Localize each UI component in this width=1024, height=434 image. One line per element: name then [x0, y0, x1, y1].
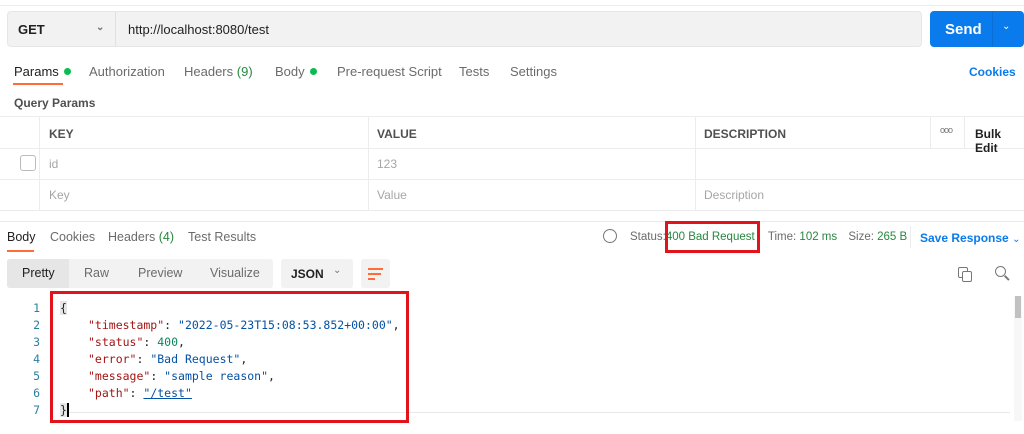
response-tab-cookies[interactable]: Cookies	[50, 230, 95, 244]
chevron-down-icon: ⌄	[1012, 234, 1021, 245]
view-mode-pretty-label[interactable]: Pretty	[22, 266, 55, 280]
divider	[910, 226, 911, 248]
new-description-input[interactable]: Description	[704, 188, 764, 202]
response-body-highlight-box	[50, 291, 409, 423]
wrap-icon	[368, 268, 383, 270]
time-label: Time:	[767, 231, 797, 243]
column-header-value: VALUE	[377, 127, 417, 141]
line-number: 6	[33, 386, 40, 400]
column-header-key: KEY	[49, 127, 74, 141]
save-response-button[interactable]: Save Response ⌄	[920, 231, 1020, 245]
tab-params[interactable]: Params	[14, 64, 71, 79]
new-key-input[interactable]: Key	[49, 188, 70, 202]
tab-tests[interactable]: Tests	[459, 64, 489, 79]
view-mode-preview[interactable]: Preview	[138, 266, 182, 280]
line-number: 7	[33, 403, 40, 417]
response-tab-headers[interactable]: Headers (4)	[108, 230, 174, 244]
tab-count: (4)	[158, 230, 175, 244]
url-input[interactable]: http://localhost:8080/test	[128, 22, 269, 37]
copy-icon-front	[962, 271, 972, 282]
send-label: Send	[945, 21, 982, 38]
tab-body[interactable]: Body	[275, 64, 317, 79]
divider	[0, 148, 1024, 149]
save-response-label: Save Response	[920, 231, 1009, 245]
chevron-down-icon[interactable]: ⌄	[1002, 21, 1010, 32]
status-label: Status:	[630, 231, 666, 243]
divider	[368, 116, 369, 210]
response-tab-test-results[interactable]: Test Results	[188, 230, 256, 244]
tab-label: Body	[275, 64, 305, 79]
tab-settings[interactable]: Settings	[510, 64, 557, 79]
tab-count: (9)	[236, 64, 253, 79]
view-mode-selector: Pretty Raw Preview Visualize	[7, 259, 273, 288]
divider	[0, 179, 1024, 180]
line-number: 2	[33, 318, 40, 332]
divider	[964, 116, 965, 148]
line-number: 3	[33, 335, 40, 349]
scrollbar-thumb[interactable]	[1015, 296, 1021, 318]
divider	[930, 116, 931, 148]
status-highlight-box	[665, 221, 760, 253]
cookies-link[interactable]: Cookies	[969, 65, 1016, 79]
divider	[0, 116, 1024, 117]
bulk-edit-button[interactable]: Bulk Edit	[975, 127, 1024, 155]
globe-icon[interactable]	[603, 229, 617, 243]
tab-label: Params	[14, 64, 59, 79]
param-enable-checkbox[interactable]	[20, 155, 36, 171]
wrap-icon-line	[368, 278, 375, 280]
line-number: 5	[33, 369, 40, 383]
wrap-icon-line	[368, 273, 381, 275]
divider	[0, 5, 1024, 6]
line-number: 1	[33, 301, 40, 315]
active-tab-underline	[13, 83, 63, 85]
more-options-icon[interactable]: ooo	[940, 125, 953, 135]
new-value-input[interactable]: Value	[377, 188, 407, 202]
method-select[interactable]: GET ⌄	[8, 12, 116, 46]
format-select[interactable]: JSON ⌄	[281, 259, 353, 288]
divider	[0, 221, 1024, 222]
divider	[992, 11, 993, 47]
param-key-input[interactable]: id	[49, 157, 58, 171]
size-label: Size:	[848, 231, 874, 243]
wrap-lines-button[interactable]	[361, 259, 390, 288]
status-dot-icon	[63, 68, 71, 75]
column-header-description: DESCRIPTION	[704, 127, 787, 141]
url-bar: GET ⌄ http://localhost:8080/test	[7, 11, 922, 47]
method-label: GET	[18, 21, 45, 37]
chevron-down-icon: ⌄	[333, 265, 342, 276]
query-params-title: Query Params	[14, 96, 96, 110]
response-tab-body[interactable]: Body	[7, 230, 36, 244]
active-tab-underline	[7, 250, 34, 252]
tab-authorization[interactable]: Authorization	[89, 64, 165, 79]
divider	[695, 116, 696, 210]
format-label: JSON	[291, 267, 324, 281]
divider	[0, 210, 1024, 211]
param-value-input[interactable]: 123	[377, 157, 397, 171]
tab-pre-request-script[interactable]: Pre-request Script	[337, 64, 442, 79]
send-button[interactable]: Send ⌄	[930, 11, 1024, 47]
time-value[interactable]: 102 ms	[799, 231, 837, 243]
divider	[39, 116, 40, 210]
status-dot-icon	[309, 68, 317, 75]
line-number: 4	[33, 352, 40, 366]
view-mode-visualize[interactable]: Visualize	[210, 266, 260, 280]
tab-label: Headers	[184, 64, 234, 79]
tab-headers[interactable]: Headers (9)	[184, 64, 253, 79]
chevron-down-icon: ⌄	[96, 22, 105, 33]
view-mode-raw[interactable]: Raw	[84, 266, 109, 280]
tab-label: Headers	[108, 230, 156, 244]
size-value[interactable]: 265 B	[877, 231, 907, 243]
search-icon-handle	[1004, 275, 1010, 281]
